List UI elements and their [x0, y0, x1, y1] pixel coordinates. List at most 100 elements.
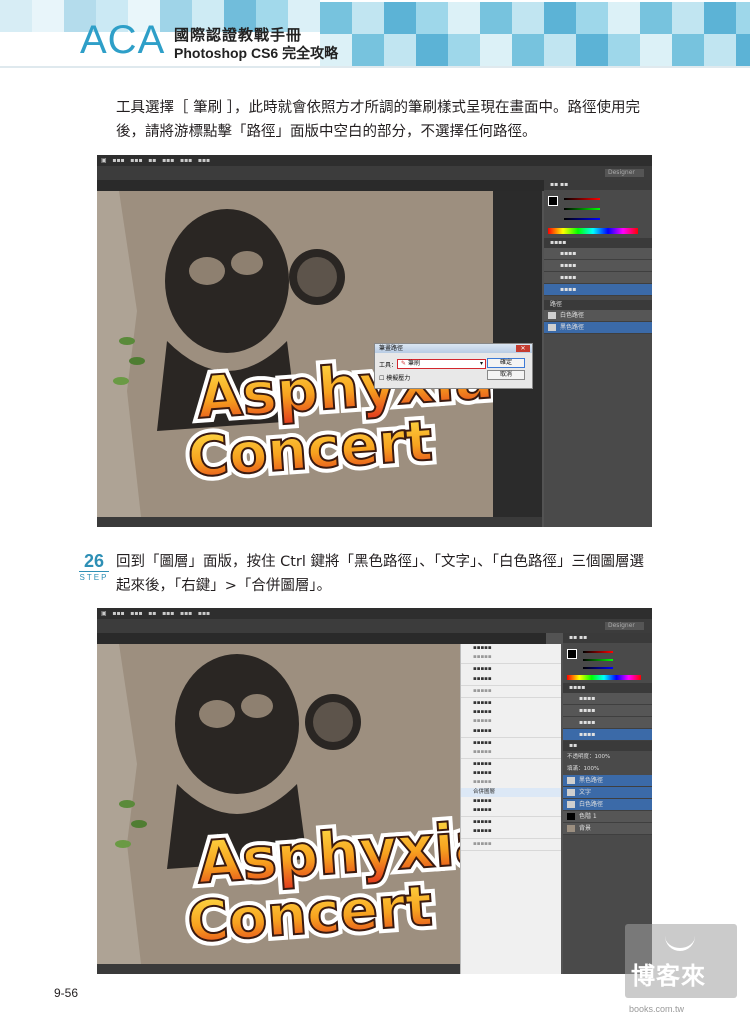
history-panel-tab[interactable]: ▪▪▪▪: [544, 238, 652, 248]
history-item[interactable]: ▪▪▪▪: [544, 248, 652, 260]
red-slider[interactable]: [564, 198, 600, 200]
context-menu-item[interactable]: ▪▪▪▪▪: [461, 644, 561, 653]
header-tile: [640, 34, 672, 66]
step-marker: 26 STEP: [76, 552, 112, 583]
layer-row[interactable]: 黑色路徑: [563, 775, 652, 787]
paths-tab-label: 路徑: [550, 301, 563, 308]
context-menu-item[interactable]: ▪▪▪▪▪: [461, 727, 561, 736]
status-bar: [97, 517, 542, 527]
page-number: 9-56: [54, 986, 79, 1000]
header-tile: [544, 2, 576, 34]
path-row[interactable]: 白色路徑: [544, 310, 652, 322]
history-item[interactable]: ▪▪▪▪: [563, 729, 652, 741]
history-item[interactable]: ▪▪▪▪: [563, 705, 652, 717]
foreground-color-swatch[interactable]: [567, 649, 577, 659]
green-slider[interactable]: [564, 208, 600, 210]
context-menu-separator: [461, 663, 561, 665]
step-number: 26: [83, 551, 105, 571]
header-rule: [0, 66, 750, 68]
header-tile: [448, 34, 480, 66]
history-item[interactable]: ▪▪▪▪: [544, 260, 652, 272]
paragraph-line: 起來後，「右鍵」>「合併圖層」。: [116, 578, 332, 594]
context-menu-item[interactable]: ▪▪▪▪▪: [461, 739, 561, 748]
workspace-switcher: Designer: [605, 622, 644, 630]
history-item[interactable]: ▪▪▪▪: [563, 717, 652, 729]
layer-row[interactable]: 背景: [563, 823, 652, 835]
context-menu-item[interactable]: ▪▪▪▪▪: [461, 797, 561, 806]
header-tile: [608, 34, 640, 66]
context-menu-item[interactable]: ▪▪▪▪▪: [461, 708, 561, 717]
context-menu-item[interactable]: ▪▪▪▪▪: [461, 827, 561, 836]
history-panel-tab[interactable]: ▪▪▪▪: [563, 683, 652, 693]
layer-name: 色階 1: [579, 813, 597, 820]
header-tile: [640, 2, 672, 34]
header-tile: [736, 34, 750, 66]
blue-slider[interactable]: [583, 667, 613, 669]
color-panel-tab[interactable]: ▪▪ ▪▪: [563, 633, 652, 643]
context-menu-item[interactable]: ▪▪▪▪▪: [461, 717, 561, 726]
context-menu-item[interactable]: ▪▪▪▪▪: [461, 665, 561, 674]
context-menu-item[interactable]: ▪▪▪▪▪: [461, 818, 561, 827]
context-menu-item[interactable]: ▪▪▪▪▪: [461, 806, 561, 815]
red-slider[interactable]: [583, 651, 613, 653]
artwork-svg: Asphyxia Asphyxia Concert Concert: [97, 644, 460, 964]
context-menu-separator: [461, 837, 561, 839]
cancel-button[interactable]: 取消: [487, 370, 525, 380]
ok-button[interactable]: 確定: [487, 358, 525, 368]
app-menubar: ▣ ▪▪▪ ▪▪▪ ▪▪ ▪▪▪ ▪▪▪ ▪▪▪: [97, 155, 652, 166]
layer-row[interactable]: 色階 1: [563, 811, 652, 823]
path-thumbnail: [548, 324, 556, 331]
context-menu-item[interactable]: ▪▪▪▪▪: [461, 778, 561, 787]
context-menu-item[interactable]: ▪▪▪▪▪: [461, 653, 561, 662]
screenshot-stroke-path: ▣ ▪▪▪ ▪▪▪ ▪▪ ▪▪▪ ▪▪▪ ▪▪▪ Designer Asphyx…: [97, 155, 652, 527]
history-item[interactable]: ▪▪▪▪: [544, 284, 652, 296]
blue-slider[interactable]: [564, 218, 600, 220]
color-panel-tab[interactable]: ▪▪ ▪▪: [544, 180, 652, 190]
context-menu-item[interactable]: ▪▪▪▪▪: [461, 687, 561, 696]
context-menu-item[interactable]: ▪▪▪▪▪: [461, 769, 561, 778]
book-title-line1: 國際認證教戰手冊: [174, 26, 303, 44]
header-tile: [416, 2, 448, 34]
options-bar: Designer: [97, 619, 652, 633]
foreground-color-swatch[interactable]: [548, 196, 558, 206]
merge-layers-menu-item[interactable]: 合併圖層: [461, 787, 561, 797]
layer-thumbnail: [567, 825, 575, 832]
opacity-control[interactable]: 不透明度：100%: [563, 751, 652, 763]
tool-select[interactable]: ✎ 筆刷 ▾: [397, 359, 486, 369]
path-thumbnail: [548, 312, 556, 319]
simulate-pressure-checkbox[interactable]: ☐ 模擬壓力: [379, 373, 410, 382]
paths-panel-tab[interactable]: 路徑: [544, 300, 652, 310]
layer-row[interactable]: 文字: [563, 787, 652, 799]
stroke-path-dialog: 筆畫路徑 ✕ 工具： ✎ 筆刷 ▾ 確定 取消 ☐ 模擬壓力: [374, 343, 533, 389]
paragraph-line: 後，請將游標點擊「路徑」面版中空白的部分，不選擇任何路徑。: [116, 124, 537, 140]
document-tabs: [97, 633, 546, 644]
header-tile: [32, 0, 64, 32]
green-slider[interactable]: [583, 659, 613, 661]
layer-thumbnail: [567, 813, 575, 820]
header-tile: [576, 2, 608, 34]
fill-control[interactable]: 填滿：100%: [563, 763, 652, 775]
right-panels: ▪▪ ▪▪ ▪▪▪▪ ▪▪▪▪ ▪▪▪▪ ▪▪▪▪ ▪▪▪▪ ▪▪ 不透明度：1…: [563, 633, 652, 974]
layer-thumbnail: [567, 777, 575, 784]
header-tile: [512, 2, 544, 34]
color-ramp[interactable]: [548, 228, 638, 234]
header-tile: [480, 2, 512, 34]
context-menu-item[interactable]: ▪▪▪▪▪: [461, 699, 561, 708]
context-menu-separator: [461, 816, 561, 818]
context-menu-item[interactable]: ▪▪▪▪▪: [461, 840, 561, 849]
history-item[interactable]: ▪▪▪▪: [544, 272, 652, 284]
layers-panel-tab[interactable]: ▪▪: [563, 741, 652, 751]
watermark-url: books.com.tw: [629, 1004, 685, 1014]
context-menu-item[interactable]: ▪▪▪▪▪: [461, 675, 561, 684]
history-item[interactable]: ▪▪▪▪: [563, 693, 652, 705]
app-menubar: ▣ ▪▪▪ ▪▪▪ ▪▪ ▪▪▪ ▪▪▪ ▪▪▪: [97, 608, 652, 619]
color-ramp[interactable]: [567, 675, 641, 680]
path-row[interactable]: 黑色路徑: [544, 322, 652, 334]
instruction-paragraph: 工具選擇［ 筆刷 ］，此時就會依照方才所調的筆刷樣式呈現在畫面中。路徑使用完 後…: [116, 96, 676, 144]
context-menu-item[interactable]: ▪▪▪▪▪: [461, 748, 561, 757]
context-menu-item[interactable]: ▪▪▪▪▪: [461, 760, 561, 769]
dialog-close-button[interactable]: ✕: [516, 345, 530, 352]
layer-row[interactable]: 白色路徑: [563, 799, 652, 811]
brush-icon: ✎: [401, 360, 408, 367]
layer-name: 文字: [579, 789, 592, 796]
